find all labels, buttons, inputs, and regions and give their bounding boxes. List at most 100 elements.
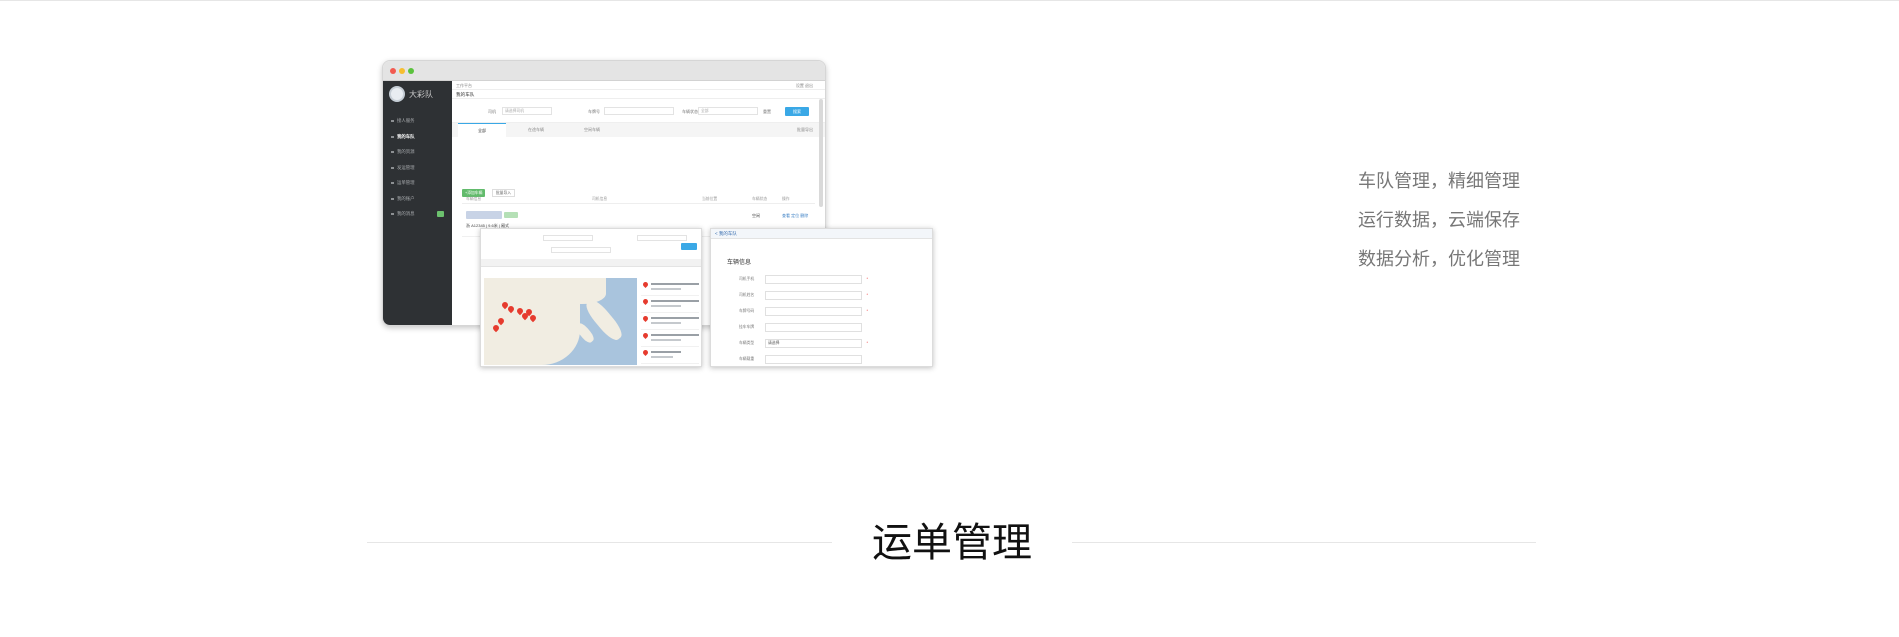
sidebar-menu: 接人服务 我的车队 我的资源 发运管理 运单管理 我的账户 我的消息 xyxy=(383,113,452,222)
vehicle-form-mockup: < 我的车队 车辆信息 司机手机 * 司机姓名 * 车牌号码 * 挂车车牌 车辆类型 请… xyxy=(710,228,933,367)
field-label: 司机手机 xyxy=(739,277,755,281)
map-popup-mockup xyxy=(480,228,702,367)
plate-input xyxy=(604,107,674,115)
text-line xyxy=(651,356,673,358)
filter-label-status: 车辆状态 xyxy=(682,109,698,114)
tab-in-transit: 在途车辆 xyxy=(528,127,544,132)
close-dot-icon xyxy=(390,68,396,74)
column-header: 当前位置 xyxy=(702,197,718,201)
field-input xyxy=(765,275,862,284)
search-button: 搜索 xyxy=(785,107,809,116)
map-toolbar xyxy=(481,259,701,267)
form-row: 挂车车牌 xyxy=(739,323,862,332)
tab-all: 全部 xyxy=(458,123,506,137)
text-line xyxy=(651,351,681,353)
required-mark: * xyxy=(866,308,868,313)
vehicle-status: 空闲 xyxy=(752,213,760,218)
tab-idle: 空闲车辆 xyxy=(584,127,600,132)
field-input xyxy=(765,355,862,364)
field-input xyxy=(765,323,862,332)
text-line xyxy=(651,334,699,336)
feature-list: 车队管理，精细管理 运行数据，云端保存 数据分析，优化管理 xyxy=(1320,166,1520,283)
form-row: 司机姓名 * xyxy=(739,291,868,300)
form-header: < 我的车队 xyxy=(711,229,932,239)
filter-bar: 司机 请选择司机 车牌号 车辆状态 全部 重置 搜索 xyxy=(452,99,825,123)
required-mark: * xyxy=(866,340,868,345)
plate-image xyxy=(466,211,502,219)
field-select: 请选择 xyxy=(765,339,862,348)
map-input xyxy=(543,235,593,241)
brand-name: 大彩队 xyxy=(409,90,433,99)
text-line xyxy=(651,305,681,307)
feature-item: 数据分析，优化管理 xyxy=(1358,249,1520,270)
text-line xyxy=(651,288,681,290)
list-item xyxy=(641,279,699,296)
export-link: 批量导出 xyxy=(797,127,813,132)
avatar-icon xyxy=(389,86,405,102)
tab-bar: 全部 在途车辆 空闲车辆 批量导出 xyxy=(452,123,825,137)
list-item xyxy=(641,330,699,347)
field-input xyxy=(765,291,862,300)
form-title: 车辆信息 xyxy=(727,260,752,266)
maximize-dot-icon xyxy=(408,68,414,74)
filter-label-driver: 司机 xyxy=(488,109,496,114)
text-line xyxy=(651,322,681,324)
field-input xyxy=(765,307,862,316)
field-label: 车牌号码 xyxy=(739,309,755,313)
map-input xyxy=(637,235,687,241)
field-label: 挂车车牌 xyxy=(739,325,755,329)
text-line xyxy=(651,300,699,302)
column-header: 车辆信息 xyxy=(466,197,482,201)
message-badge xyxy=(437,211,444,217)
form-row: 车牌号码 * xyxy=(739,307,868,316)
minimize-dot-icon xyxy=(399,68,405,74)
location-pin-icon xyxy=(641,314,650,323)
heading-divider-right xyxy=(1072,542,1536,543)
location-list xyxy=(641,279,699,364)
required-mark: * xyxy=(866,292,868,297)
feature-item: 车队管理，精细管理 xyxy=(1358,171,1520,192)
table-header: 车辆信息 司机信息 当前位置 车辆状态 操作 xyxy=(462,196,815,204)
column-header: 操作 xyxy=(782,197,790,201)
sidebar-item: 运单管理 xyxy=(383,175,452,191)
section-title: 运单管理 xyxy=(872,520,1032,566)
text-line xyxy=(651,317,699,319)
location-pin-icon xyxy=(641,331,650,340)
location-pin-icon xyxy=(641,280,650,289)
map-land xyxy=(546,278,606,304)
form-row: 车辆类型 请选择 * xyxy=(739,339,868,348)
page-title: 我的车队 xyxy=(452,90,825,99)
scrollbar xyxy=(819,99,823,207)
breadcrumb: 工作平台 设置 退出 xyxy=(452,81,825,90)
list-item xyxy=(641,313,699,330)
driver-input: 请选择司机 xyxy=(502,107,552,115)
breadcrumb-label: 工作平台 xyxy=(456,83,472,88)
field-label: 车辆类型 xyxy=(739,341,755,345)
location-pin-icon xyxy=(641,348,650,357)
form-row: 车辆载重 xyxy=(739,355,862,364)
field-label: 司机姓名 xyxy=(739,293,755,297)
map-view xyxy=(484,278,637,365)
reset-link: 重置 xyxy=(763,109,771,114)
column-header: 车辆状态 xyxy=(752,197,768,201)
sidebar-item: 我的资源 xyxy=(383,144,452,160)
window-title-bar xyxy=(383,61,825,81)
status-tag xyxy=(504,212,518,218)
list-item xyxy=(641,296,699,313)
filter-label-plate: 车牌号 xyxy=(588,109,600,114)
map-search-button xyxy=(681,243,697,250)
feature-item: 运行数据，云端保存 xyxy=(1358,210,1520,231)
sidebar-item-label: 我的消息 xyxy=(397,211,415,216)
required-mark: * xyxy=(866,276,868,281)
sidebar-item: 接人服务 xyxy=(383,113,452,129)
sidebar-item: 发运管理 xyxy=(383,160,452,176)
header-links: 设置 退出 xyxy=(795,83,813,88)
top-divider xyxy=(0,0,1899,1)
text-line xyxy=(651,339,681,341)
map-input xyxy=(551,247,611,253)
sidebar: 大彩队 接人服务 我的车队 我的资源 发运管理 运单管理 我的账户 我的消息 xyxy=(383,81,452,325)
sidebar-item: 我的账户 xyxy=(383,191,452,207)
sidebar-item-active: 我的车队 xyxy=(383,129,452,145)
list-item xyxy=(641,347,699,364)
form-row: 司机手机 * xyxy=(739,275,868,284)
